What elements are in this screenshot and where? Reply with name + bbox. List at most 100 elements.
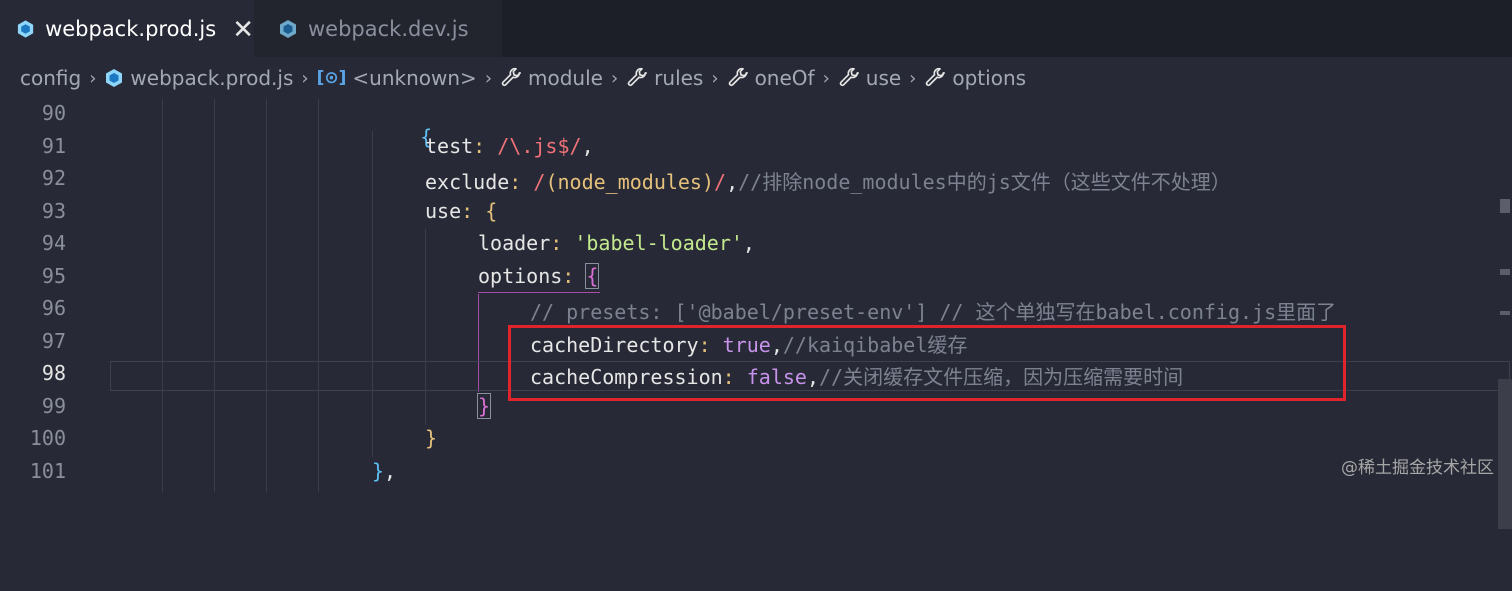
- code-line-91: test: /\.js$/,: [425, 134, 594, 158]
- code-line-95: options: {: [478, 263, 600, 289]
- regex-delimiter: /: [533, 170, 546, 194]
- comma: ,: [581, 134, 594, 158]
- annotation-highlight-box: [508, 325, 1346, 401]
- key-loader: loader: [478, 231, 551, 255]
- breadcrumb-separator: ›: [822, 67, 830, 89]
- line-number: 91: [41, 134, 66, 158]
- line-number: 100: [29, 426, 66, 450]
- brace: {: [485, 199, 498, 223]
- indent-guide: [266, 99, 267, 492]
- code-line-99: }: [476, 393, 492, 419]
- line-number: 96: [41, 296, 66, 320]
- breadcrumb-item-unknown[interactable]: [⊙] <unknown>: [317, 66, 477, 90]
- minimap: [1498, 199, 1512, 529]
- regex-literal: /\.js$/: [497, 134, 582, 158]
- breadcrumb-item-file[interactable]: webpack.prod.js: [104, 66, 293, 90]
- colon: :: [509, 170, 522, 194]
- breadcrumb-separator: ›: [484, 67, 493, 89]
- comma: ,: [726, 170, 739, 194]
- breadcrumb-label: config: [20, 66, 82, 90]
- key-exclude: exclude: [425, 170, 510, 194]
- brace: {: [585, 263, 600, 289]
- breadcrumb-item-rules[interactable]: rules: [626, 66, 703, 90]
- breadcrumb-separator: ›: [711, 67, 719, 89]
- brace: }: [372, 459, 385, 483]
- wrench-icon: [501, 67, 522, 87]
- code-line-94: loader: 'babel-loader',: [478, 231, 755, 255]
- breadcrumb-separator: ›: [610, 67, 619, 89]
- line-number: 92: [41, 166, 66, 190]
- indent-guide: [318, 99, 319, 492]
- line-number: 97: [41, 329, 66, 353]
- code-line-93: use: {: [425, 199, 497, 223]
- breadcrumb-label: use: [865, 66, 902, 90]
- breadcrumb: config › webpack.prod.js › [⊙] <unknown>…: [0, 57, 1512, 99]
- breadcrumb-label: oneOf: [754, 66, 815, 90]
- tab-webpack-prod[interactable]: webpack.prod.js ✕: [0, 0, 254, 57]
- regex-inner: node_modules: [557, 170, 702, 194]
- line-number: 95: [41, 264, 66, 288]
- webpack-icon: [106, 69, 123, 87]
- code-line-100: }: [425, 426, 437, 450]
- regex-delimiter: /: [714, 170, 727, 194]
- breadcrumb-separator: ›: [301, 67, 309, 89]
- breadcrumb-separator: ›: [89, 67, 97, 89]
- line-number: 93: [41, 199, 66, 223]
- tab-label: webpack.prod.js: [45, 16, 217, 41]
- bracket-guide: [478, 292, 600, 293]
- string-literal: 'babel-loader': [574, 231, 743, 255]
- line-number: 99: [41, 394, 66, 418]
- colon: :: [550, 231, 563, 255]
- tab-bar: webpack.prod.js ✕ webpack.dev.js: [0, 0, 1512, 57]
- indent-guide: [372, 131, 373, 457]
- comment: // presets: ['@babel/preset-env'] // 这个单…: [530, 300, 1337, 324]
- brace: }: [476, 393, 492, 419]
- comma: ,: [742, 231, 755, 255]
- breadcrumb-label: module: [528, 66, 603, 90]
- comment: //排除node_modules中的js文件（这些文件不处理）: [738, 170, 1231, 194]
- line-number: 94: [41, 231, 66, 255]
- key-options: options: [478, 264, 563, 288]
- wrench-icon: [926, 67, 946, 87]
- breadcrumb-item-options[interactable]: options: [924, 66, 1026, 90]
- close-icon[interactable]: ✕: [232, 16, 254, 42]
- tab-label: webpack.dev.js: [308, 16, 469, 41]
- breadcrumb-item-use[interactable]: use: [838, 66, 901, 90]
- webpack-icon: [17, 19, 34, 38]
- wrench-icon: [627, 67, 648, 87]
- brace: }: [425, 426, 438, 450]
- webpack-icon: [280, 19, 296, 38]
- code-line-96: // presets: ['@babel/preset-env'] // 这个单…: [530, 296, 1336, 325]
- paren: ): [701, 170, 715, 194]
- wrench-icon: [728, 67, 748, 87]
- line-number-current: 98: [41, 361, 66, 385]
- comma: ,: [384, 459, 397, 483]
- line-number: 101: [29, 459, 66, 483]
- variable-icon: [⊙]: [316, 68, 347, 88]
- wrench-icon: [839, 67, 859, 87]
- breadcrumb-label: webpack.prod.js: [130, 66, 294, 90]
- code-line-90: {: [372, 101, 432, 173]
- watermark: @稀土掘金技术社区: [1341, 458, 1494, 478]
- breadcrumb-separator: ›: [909, 67, 917, 89]
- breadcrumb-label: <unknown>: [352, 66, 477, 90]
- breadcrumb-label: rules: [654, 66, 704, 90]
- line-number: 90: [41, 101, 66, 125]
- code-editor[interactable]: 90 91 92 93 94 95 96 97 98 99 100 101 { …: [0, 99, 1512, 529]
- code-line-101: },: [372, 459, 396, 483]
- colon: :: [562, 264, 575, 288]
- indent-guide: [162, 99, 163, 492]
- indent-guide: [425, 229, 426, 425]
- indent-guide: [214, 99, 215, 492]
- key-use: use: [425, 199, 462, 223]
- breadcrumb-item-config[interactable]: config: [20, 66, 81, 90]
- breadcrumb-item-module[interactable]: module: [500, 66, 603, 90]
- key-test: test: [425, 134, 474, 158]
- breadcrumb-label: options: [952, 66, 1027, 90]
- colon: :: [473, 134, 486, 158]
- breadcrumb-item-oneof[interactable]: oneOf: [727, 66, 815, 90]
- colon: :: [461, 199, 474, 223]
- code-line-92: exclude: /(node_modules)/,//排除node_modul…: [425, 166, 1231, 195]
- paren: (: [545, 170, 558, 194]
- tab-webpack-dev[interactable]: webpack.dev.js: [254, 0, 502, 57]
